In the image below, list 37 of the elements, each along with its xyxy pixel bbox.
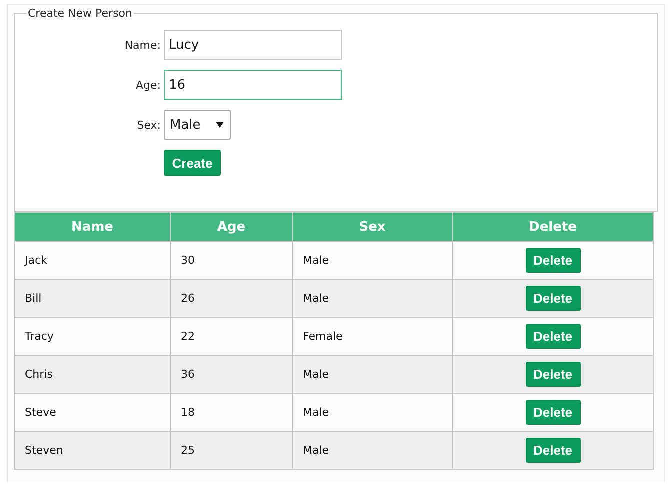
table-cell: Male	[292, 242, 452, 280]
input-field[interactable]: Lucy	[164, 30, 342, 60]
delete-button[interactable]: Delete	[526, 362, 580, 387]
field-label: Age:	[135, 78, 161, 92]
table-cell: Female	[292, 318, 452, 356]
delete-button[interactable]: Delete	[526, 438, 580, 463]
column-header: Delete	[452, 212, 654, 242]
delete-button[interactable]: Delete	[526, 324, 580, 349]
table-cell: Male	[292, 280, 452, 318]
table-cell: 25	[170, 432, 292, 470]
sex-dropdown[interactable]: Male	[164, 110, 231, 140]
form-legend: Create New Person	[27, 7, 134, 20]
table-cell: Bill	[14, 280, 170, 318]
table-cell: Male	[292, 432, 452, 470]
table-cell: Tracy	[14, 318, 170, 356]
table-cell: 36	[170, 356, 292, 394]
table-cell: 18	[170, 394, 292, 432]
table-cell: Steven	[14, 432, 170, 470]
table-cell: Chris	[14, 356, 170, 394]
table-cell: Male	[292, 394, 452, 432]
caret-icon	[216, 122, 224, 128]
table-cell: 26	[170, 280, 292, 318]
field-label: Sex:	[136, 118, 161, 132]
column-header: Sex	[292, 212, 452, 242]
table-cell: Steve	[14, 394, 170, 432]
table-cell: 22	[170, 318, 292, 356]
create-button[interactable]: Create	[164, 150, 221, 176]
field-label: Name:	[124, 38, 161, 52]
column-header: Name	[14, 212, 170, 242]
delete-button[interactable]: Delete	[526, 286, 580, 311]
delete-button[interactable]: Delete	[526, 400, 580, 425]
input-field[interactable]: 16	[164, 70, 342, 100]
column-header: Age	[170, 212, 292, 242]
table-cell: Male	[292, 356, 452, 394]
table-cell: 30	[170, 242, 292, 280]
table-cell: Jack	[14, 242, 170, 280]
delete-button[interactable]: Delete	[526, 248, 580, 273]
